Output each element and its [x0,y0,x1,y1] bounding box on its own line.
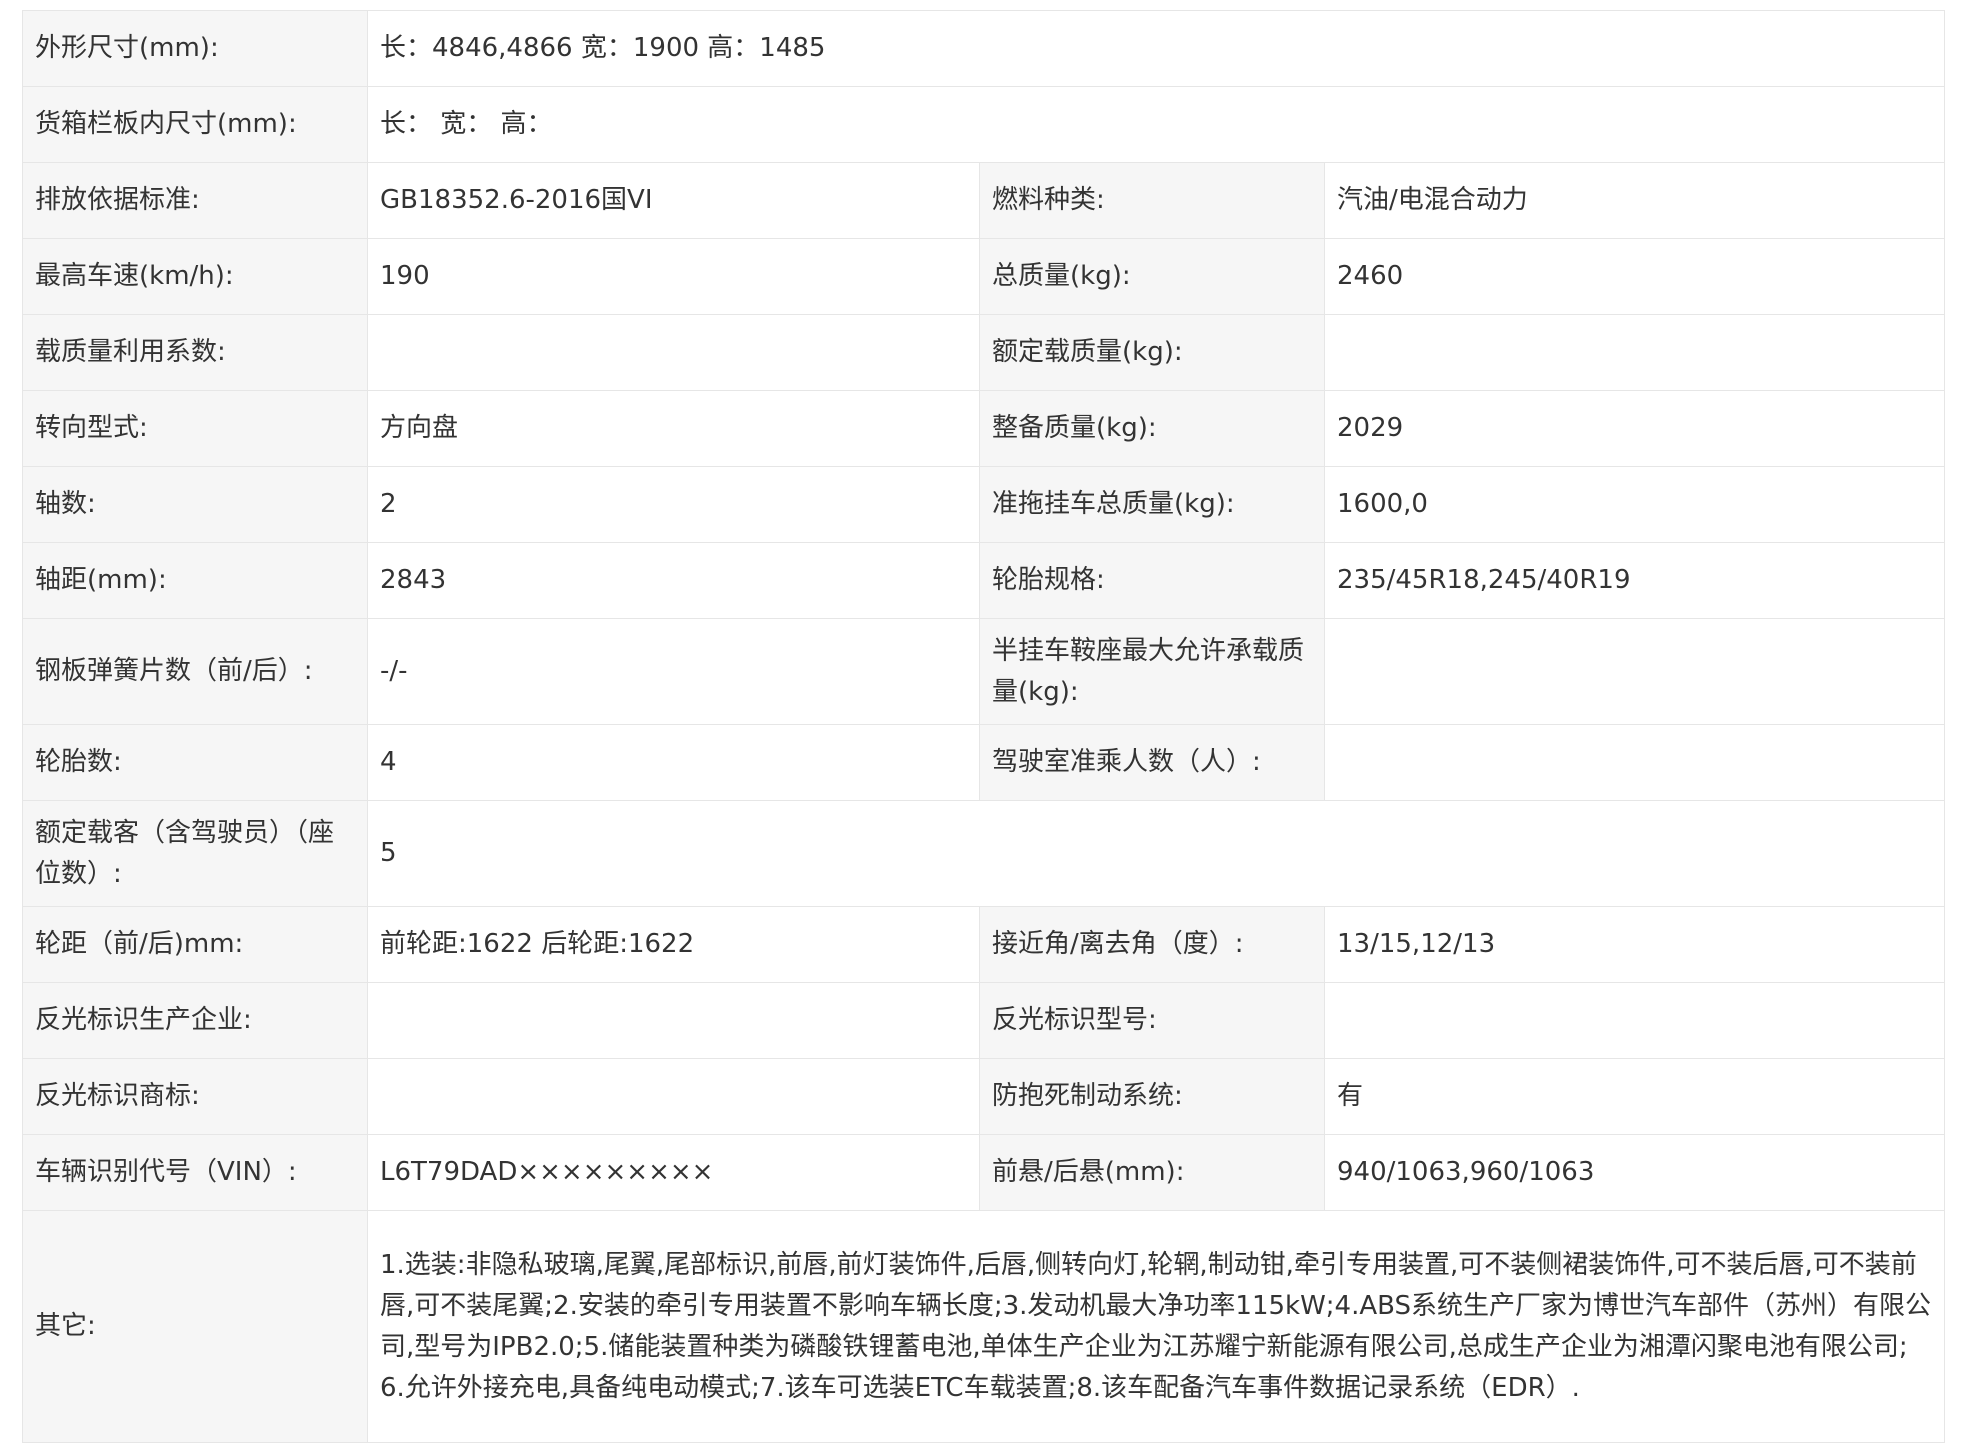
row-label: 燃料种类: [979,162,1325,239]
row-value [1323,314,1946,391]
row-label: 总质量(kg): [979,238,1325,315]
row-label: 外形尺寸(mm): [22,10,368,87]
row-label: 载质量利用系数: [22,314,368,391]
table-row: 轮胎数: 4 驾驶室准乘人数（人）: [22,724,1946,801]
table-row: 轴距(mm): 2843 轮胎规格: 235/45R18,245/40R19 [22,542,1946,619]
row-value: GB18352.6-2016国VI [367,162,980,239]
row-label: 轮胎规格: [979,542,1325,619]
row-value: 方向盘 [367,390,980,467]
row-value: 汽油/电混合动力 [1323,162,1946,239]
row-label: 前悬/后悬(mm): [979,1134,1325,1211]
row-label: 其它: [22,1210,368,1443]
row-value: 前轮距:1622 后轮距:1622 [367,906,980,983]
table-row: 车辆识别代号（VIN）: L6T79DAD××××××××× 前悬/后悬(mm)… [22,1134,1946,1211]
row-label: 货箱栏板内尺寸(mm): [22,86,368,163]
row-value: 长：4846,4866 宽：1900 高：1485 [366,10,1946,87]
row-value: 235/45R18,245/40R19 [1323,542,1946,619]
row-label: 准拖挂车总质量(kg): [979,466,1325,543]
row-value: 2029 [1323,390,1946,467]
table-row: 额定载客（含驾驶员）（座位数）: 5 [22,800,1946,907]
row-label: 车辆识别代号（VIN）: [22,1134,368,1211]
row-label: 驾驶室准乘人数（人）: [979,724,1325,801]
row-value: 2460 [1323,238,1946,315]
row-label: 最高车速(km/h): [22,238,368,315]
row-value [1323,618,1946,725]
table-row: 外形尺寸(mm): 长：4846,4866 宽：1900 高：1485 [22,10,1946,87]
row-value [367,982,980,1059]
row-value [367,314,980,391]
row-label: 钢板弹簧片数（前/后）: [22,618,368,725]
table-row: 其它: 1.选装:非隐私玻璃,尾翼,尾部标识,前唇,前灯装饰件,后唇,侧转向灯,… [22,1210,1946,1443]
row-value [367,1058,980,1135]
table-row: 最高车速(km/h): 190 总质量(kg): 2460 [22,238,1946,315]
row-label: 转向型式: [22,390,368,467]
table-row: 反光标识生产企业: 反光标识型号: [22,982,1946,1059]
row-value: 5 [366,800,1946,907]
row-label: 额定载客（含驾驶员）（座位数）: [22,800,368,907]
row-value: 长： 宽： 高： [366,86,1946,163]
table-row: 载质量利用系数: 额定载质量(kg): [22,314,1946,391]
row-value-other-notes: 1.选装:非隐私玻璃,尾翼,尾部标识,前唇,前灯装饰件,后唇,侧转向灯,轮辋,制… [366,1210,1946,1443]
row-label: 轴距(mm): [22,542,368,619]
row-value [1323,982,1946,1059]
row-label: 排放依据标准: [22,162,368,239]
table-row: 货箱栏板内尺寸(mm): 长： 宽： 高： [22,86,1946,163]
row-label: 轮距（前/后)mm: [22,906,368,983]
row-label: 反光标识商标: [22,1058,368,1135]
row-label: 防抱死制动系统: [979,1058,1325,1135]
table-row: 钢板弹簧片数（前/后）: -/- 半挂车鞍座最大允许承载质量(kg): [22,618,1946,725]
row-label: 反光标识型号: [979,982,1325,1059]
row-value: L6T79DAD××××××××× [367,1134,980,1211]
table-row: 轴数: 2 准拖挂车总质量(kg): 1600,0 [22,466,1946,543]
row-label: 轴数: [22,466,368,543]
spec-table-container: 外形尺寸(mm): 长：4846,4866 宽：1900 高：1485 货箱栏板… [22,10,1946,1443]
row-label: 反光标识生产企业: [22,982,368,1059]
row-label: 整备质量(kg): [979,390,1325,467]
table-row: 转向型式: 方向盘 整备质量(kg): 2029 [22,390,1946,467]
table-row: 轮距（前/后)mm: 前轮距:1622 后轮距:1622 接近角/离去角（度）:… [22,906,1946,983]
row-value: 有 [1323,1058,1946,1135]
row-value: 2 [367,466,980,543]
row-value [1323,724,1946,801]
row-value: -/- [367,618,980,725]
row-value: 940/1063,960/1063 [1323,1134,1946,1211]
row-value: 13/15,12/13 [1323,906,1946,983]
row-value: 2843 [367,542,980,619]
row-label: 接近角/离去角（度）: [979,906,1325,983]
row-value: 1600,0 [1323,466,1946,543]
row-label: 额定载质量(kg): [979,314,1325,391]
table-row: 反光标识商标: 防抱死制动系统: 有 [22,1058,1946,1135]
row-value: 190 [367,238,980,315]
table-row: 排放依据标准: GB18352.6-2016国VI 燃料种类: 汽油/电混合动力 [22,162,1946,239]
row-label: 半挂车鞍座最大允许承载质量(kg): [979,618,1325,725]
vehicle-spec-table: 外形尺寸(mm): 长：4846,4866 宽：1900 高：1485 货箱栏板… [22,10,1946,1443]
row-value: 4 [367,724,980,801]
row-label: 轮胎数: [22,724,368,801]
